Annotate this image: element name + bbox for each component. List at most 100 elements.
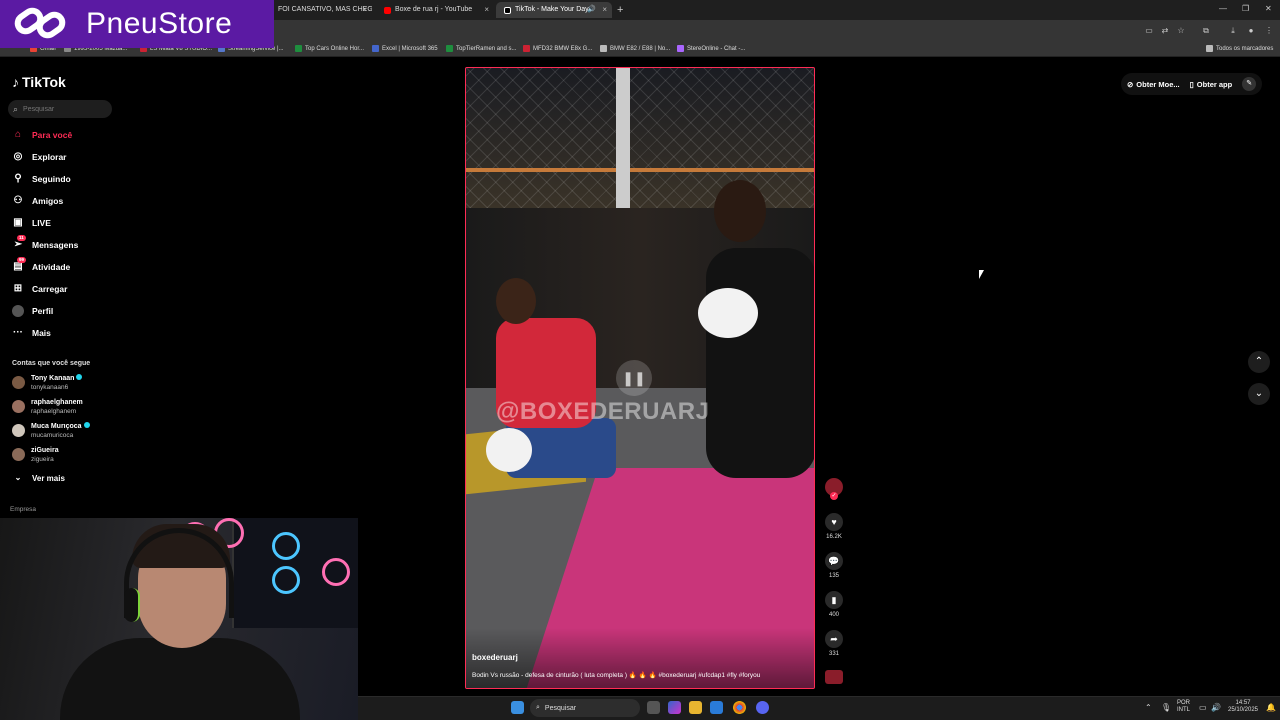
store-icon[interactable]: [710, 701, 723, 714]
menu-icon[interactable]: ⋮: [1264, 26, 1274, 36]
nav-following[interactable]: ⚲ Seguindo: [12, 171, 70, 187]
nav-label: Atividade: [32, 262, 71, 272]
company-link[interactable]: Empresa: [10, 506, 36, 513]
close-window-icon[interactable]: ✕: [1265, 4, 1272, 13]
nav-for-you[interactable]: ⌂ Para você: [12, 127, 72, 143]
bookmark-mfd32[interactable]: MFD32 BMW E8x G...: [523, 45, 592, 52]
language-indicator[interactable]: POR INTL: [1177, 700, 1190, 714]
nav-label: Amigos: [32, 196, 64, 206]
see-more-button[interactable]: ⌄ Ver mais: [12, 470, 65, 486]
tray-chevron-icon[interactable]: ⌃: [1145, 704, 1152, 712]
webcam-overlay: [0, 518, 358, 720]
get-coins-button[interactable]: ⊘ Obter Moe...: [1127, 80, 1180, 89]
discord-icon[interactable]: [756, 701, 769, 714]
previous-video-button[interactable]: ⌃: [1248, 351, 1270, 373]
music-disc-icon[interactable]: [825, 670, 843, 684]
taskbar-search[interactable]: ⌕ Pesquisar: [530, 699, 640, 717]
tab-tiktok[interactable]: TikTok - Make Your Day 🔊 ×: [496, 2, 612, 18]
translate-icon[interactable]: ⇄: [1160, 26, 1170, 36]
activity-badge: 99: [17, 257, 27, 263]
video-player[interactable]: @BOXEDERUARJ ❚❚ boxederuarj Bodin Vs rus…: [465, 67, 815, 689]
following-account[interactable]: ziGueira zigueira: [12, 446, 59, 464]
nav-explore[interactable]: ◎ Explorar: [12, 149, 67, 165]
file-explorer-icon[interactable]: [689, 701, 702, 714]
tiktok-logo[interactable]: ♪ TikTok: [12, 74, 66, 90]
live-icon: ▣: [13, 217, 23, 228]
star-icon[interactable]: ☆: [1176, 26, 1186, 36]
task-view-icon[interactable]: [647, 701, 660, 714]
bookmark-stereonline[interactable]: StereOnline - Chat -...: [677, 45, 745, 52]
tab-label: TikTok - Make Your Day: [515, 6, 589, 13]
clock[interactable]: 14:57 25/10/2025: [1226, 700, 1260, 714]
clock-time: 14:57: [1235, 700, 1251, 706]
minimize-icon[interactable]: —: [1219, 4, 1227, 13]
bookmark-excel[interactable]: Excel | Microsoft 365: [372, 45, 438, 52]
bookmark-ramen[interactable]: TopTierRamen and s...: [446, 45, 516, 52]
cast-icon[interactable]: ▭: [1144, 26, 1154, 36]
bookmark-topcars[interactable]: Top Cars Online Hor...: [295, 45, 364, 52]
chrome-icon[interactable]: [733, 701, 746, 714]
top-actions: ⊘ Obter Moe... ▯ Obter app ✎: [1121, 73, 1263, 95]
restore-icon[interactable]: ❐: [1242, 4, 1249, 13]
search-box[interactable]: ⌕: [8, 100, 112, 118]
avatar: [12, 376, 25, 389]
boxing-glove: [486, 428, 532, 472]
share-icon: ➦: [825, 630, 843, 648]
search-icon: ⌕: [13, 103, 19, 114]
download-icon[interactable]: ⤓: [1228, 26, 1238, 36]
nav-messages[interactable]: ➢ 11 Mensagens: [12, 235, 78, 253]
pneustore-brand: PneuStore: [86, 7, 233, 40]
volume-icon[interactable]: 🔊: [1211, 704, 1221, 712]
close-icon[interactable]: ×: [484, 2, 489, 18]
video-author[interactable]: boxederuarj: [472, 653, 518, 662]
close-icon[interactable]: ×: [602, 2, 607, 18]
lang-bottom: INTL: [1177, 707, 1191, 713]
person-body: [60, 638, 300, 720]
following-account[interactable]: raphaelghanem raphaelghanem: [12, 398, 83, 416]
network-icon[interactable]: ▭: [1199, 704, 1207, 712]
nav-activity[interactable]: ▤ 99 Atividade: [12, 257, 71, 275]
pneustore-overlay: PneuStore: [0, 0, 274, 48]
pneustore-logo-icon: [10, 3, 72, 44]
pause-icon[interactable]: ❚❚: [616, 360, 652, 396]
nav-live[interactable]: ▣ LIVE: [12, 215, 51, 231]
mic-icon[interactable]: 🎙: [1161, 704, 1171, 712]
speaker-icon[interactable]: 🔊: [587, 2, 596, 18]
share-button[interactable]: ➦ 331: [823, 630, 845, 657]
get-app-button[interactable]: ▯ Obter app: [1190, 80, 1233, 89]
share-count: 331: [828, 651, 839, 657]
next-video-button[interactable]: ⌄: [1248, 383, 1270, 405]
user-avatar[interactable]: ✎: [1242, 77, 1257, 91]
save-button[interactable]: ▮ 400: [823, 591, 845, 618]
notification-icon[interactable]: 🔔: [1266, 704, 1276, 712]
windows-start-icon[interactable]: [511, 701, 524, 714]
nav-upload[interactable]: ⊞ Carregar: [12, 281, 68, 297]
follow-plus-icon[interactable]: ✓: [830, 492, 838, 500]
nav-profile[interactable]: Perfil: [12, 303, 53, 319]
comment-count: 135: [828, 573, 839, 579]
close-icon[interactable]: ×: [362, 2, 367, 18]
following-account[interactable]: Tony Kanaan tonykanaan6: [12, 374, 83, 392]
all-bookmarks[interactable]: Todos os marcadores: [1206, 45, 1273, 52]
home-icon: ⌂: [14, 129, 22, 140]
following-account[interactable]: Muca Murıçoca mucamuricoca: [12, 422, 90, 440]
profile-icon[interactable]: ●: [1246, 26, 1256, 36]
copilot-icon[interactable]: [668, 701, 681, 714]
nav-friends[interactable]: ⚇ Amigos: [12, 193, 64, 209]
extensions-icon[interactable]: ⧉: [1201, 26, 1211, 36]
tab-youtube-search[interactable]: Boxe de rua rj - YouTube ×: [376, 2, 494, 18]
account-name: Tony Kanaan: [31, 375, 75, 382]
bookmark-bmw[interactable]: BMW E82 / E88 | No...: [600, 45, 670, 52]
tiktok-icon: ♪: [12, 74, 19, 90]
clock-date: 25/10/2025: [1227, 707, 1259, 713]
comment-button[interactable]: 💬 135: [823, 552, 845, 579]
fighter-black: [706, 248, 814, 478]
nav-more[interactable]: ··· Mais: [12, 325, 51, 341]
sheets-icon: [295, 45, 302, 52]
tab-youtube-video[interactable]: FOI CANSATIVO, MAS CHEGAM ×: [266, 2, 372, 18]
search-input[interactable]: [23, 105, 104, 113]
user-follow-icon: ⚲: [14, 173, 22, 184]
like-button[interactable]: ♥ 16.2K: [823, 513, 845, 540]
get-coins-label: Obter Moe...: [1136, 79, 1180, 89]
new-tab-button[interactable]: +: [617, 3, 623, 17]
